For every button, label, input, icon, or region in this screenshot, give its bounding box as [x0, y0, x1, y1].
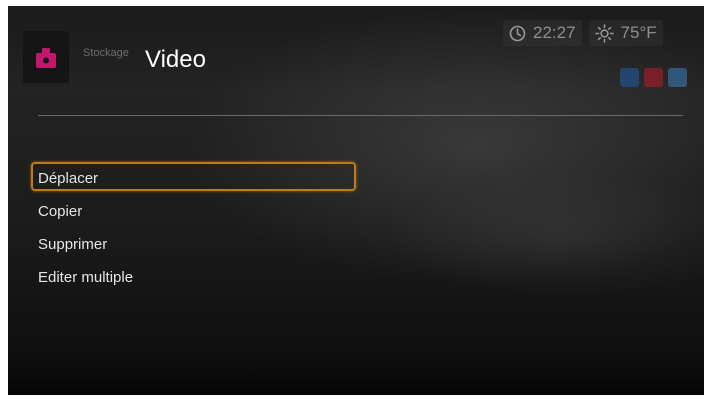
menu-item-label: Déplacer: [38, 170, 99, 187]
service-icons: [620, 68, 687, 87]
page-title: Video: [145, 46, 206, 73]
options-menu: Déplacer Copier Supprimer Editer multipl…: [31, 162, 356, 294]
weather-widget: 75°F: [588, 20, 663, 46]
service-icon-lightblue: [668, 68, 687, 87]
menu-item-label: Copier: [38, 203, 83, 220]
bottom-shade: [8, 361, 704, 395]
time-display: 22:27: [533, 23, 576, 42]
status-bar: 22:27 75°F: [503, 20, 663, 46]
menu-item-label: Editer multiple: [38, 269, 134, 286]
clock-widget: 22:27: [503, 20, 582, 46]
clock-icon: [509, 25, 526, 41]
service-icon-red: [644, 68, 663, 87]
source-label: Stockage: [83, 47, 129, 59]
storage-app-icon: [23, 31, 69, 83]
menu-item-supprimer[interactable]: Supprimer: [31, 228, 356, 257]
menu-item-copier[interactable]: Copier: [31, 195, 356, 224]
sun-icon: [594, 23, 614, 43]
service-icon-blue: [620, 68, 639, 87]
menu-item-label: Supprimer: [38, 236, 108, 253]
menu-item-editer-multiple[interactable]: Editer multiple: [31, 261, 356, 290]
usb-drive-icon: [36, 48, 56, 68]
media-player-screen: Stockage Video 22:27 75°F Déplacer Copie…: [8, 6, 704, 395]
header-divider: [38, 115, 683, 116]
menu-item-deplacer[interactable]: Déplacer: [31, 162, 356, 191]
temperature-display: 75°F: [620, 23, 657, 42]
